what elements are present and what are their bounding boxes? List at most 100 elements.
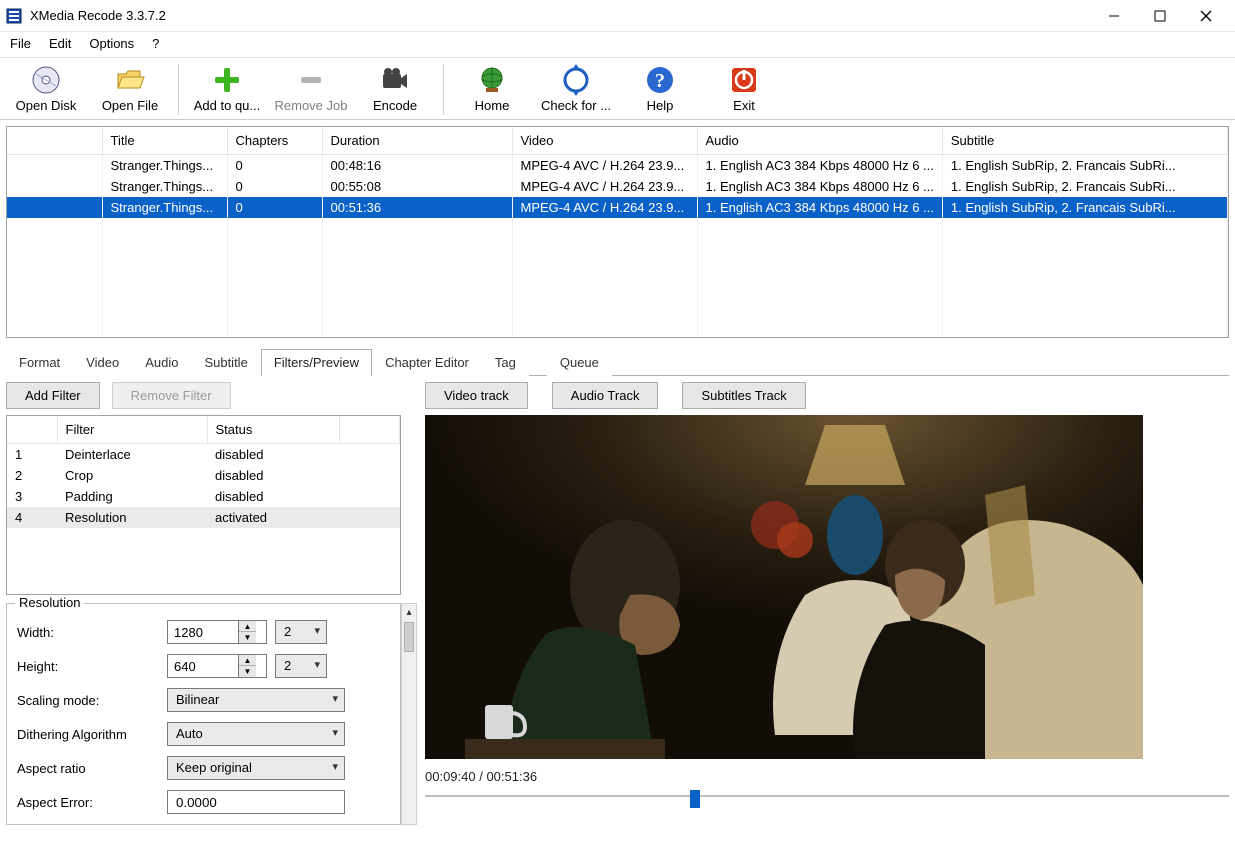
col-filter-blank[interactable] bbox=[340, 416, 400, 444]
tab-tag[interactable]: Tag bbox=[482, 349, 529, 376]
spin-up-icon[interactable]: ▲ bbox=[239, 621, 256, 632]
cell-idx: 1 bbox=[7, 444, 57, 466]
media-row[interactable]: Stranger.Things...000:55:08MPEG-4 AVC / … bbox=[7, 176, 1228, 197]
menu-options[interactable]: Options bbox=[89, 36, 134, 51]
cell-filter-name: Deinterlace bbox=[57, 444, 207, 466]
filter-row[interactable]: 1Deinterlacedisabled bbox=[7, 444, 400, 466]
seek-bar[interactable] bbox=[425, 790, 1229, 802]
add-queue-label: Add to qu... bbox=[194, 98, 261, 113]
width-input[interactable]: ▲▼ bbox=[167, 620, 267, 644]
cell-filter-status: activated bbox=[207, 507, 340, 528]
home-button[interactable]: Home bbox=[450, 62, 534, 117]
cell-idx: 4 bbox=[7, 507, 57, 528]
media-list: Title Chapters Duration Video Audio Subt… bbox=[6, 126, 1229, 338]
height-input[interactable]: ▲▼ bbox=[167, 654, 267, 678]
open-file-button[interactable]: Open File bbox=[88, 62, 172, 117]
cell-chapters: 0 bbox=[227, 155, 322, 177]
cell-audio: 1. English AC3 384 Kbps 48000 Hz 6 ... bbox=[697, 197, 942, 218]
scaling-combo[interactable]: Bilinear bbox=[167, 688, 345, 712]
aspect-combo[interactable]: Keep original bbox=[167, 756, 345, 780]
cell-title: Stranger.Things... bbox=[102, 155, 227, 177]
spin-down-icon[interactable]: ▼ bbox=[239, 632, 256, 643]
subtitles-track-button[interactable]: Subtitles Track bbox=[682, 382, 805, 409]
col-title[interactable]: Title bbox=[102, 127, 227, 155]
cell-duration: 00:55:08 bbox=[322, 176, 512, 197]
height-value[interactable] bbox=[168, 657, 238, 676]
exit-label: Exit bbox=[733, 98, 755, 113]
col-filter-idx[interactable] bbox=[7, 416, 57, 444]
filter-row[interactable]: 4Resolutionactivated bbox=[7, 507, 400, 528]
add-filter-button[interactable]: Add Filter bbox=[6, 382, 100, 409]
encode-button[interactable]: Encode bbox=[353, 62, 437, 117]
filter-row[interactable]: 3Paddingdisabled bbox=[7, 486, 400, 507]
col-chapters[interactable]: Chapters bbox=[227, 127, 322, 155]
refresh-icon bbox=[560, 64, 592, 96]
help-icon: ? bbox=[644, 64, 676, 96]
check-update-label: Check for ... bbox=[541, 98, 611, 113]
cell-title: Stranger.Things... bbox=[102, 176, 227, 197]
menu-help[interactable]: ? bbox=[152, 36, 159, 51]
resolution-group: Resolution Width: ▲▼ 2 Height: ▲▼ 2 bbox=[6, 603, 401, 825]
cell-filter-name: Padding bbox=[57, 486, 207, 507]
seek-thumb[interactable] bbox=[690, 790, 700, 808]
tab-filters-preview[interactable]: Filters/Preview bbox=[261, 349, 372, 376]
menu-file[interactable]: File bbox=[10, 36, 31, 51]
time-label: 00:09:40 / 00:51:36 bbox=[425, 769, 537, 784]
col-subtitle[interactable]: Subtitle bbox=[942, 127, 1227, 155]
col-audio[interactable]: Audio bbox=[697, 127, 942, 155]
scroll-thumb[interactable] bbox=[404, 622, 414, 652]
remove-filter-button[interactable]: Remove Filter bbox=[112, 382, 231, 409]
seek-track bbox=[425, 795, 1229, 797]
check-update-button[interactable]: Check for ... bbox=[534, 62, 618, 117]
filter-row[interactable]: 2Cropdisabled bbox=[7, 465, 400, 486]
menu-edit[interactable]: Edit bbox=[49, 36, 71, 51]
spin-down-icon[interactable]: ▼ bbox=[239, 666, 256, 677]
col-blank[interactable] bbox=[7, 127, 102, 155]
width-label: Width: bbox=[17, 625, 167, 640]
open-disk-button[interactable]: Open Disk bbox=[4, 62, 88, 117]
remove-job-button[interactable]: Remove Job bbox=[269, 62, 353, 117]
width-step-combo[interactable]: 2 bbox=[275, 620, 327, 644]
add-queue-button[interactable]: Add to qu... bbox=[185, 62, 269, 117]
media-row[interactable]: Stranger.Things...000:51:36MPEG-4 AVC / … bbox=[7, 197, 1228, 218]
dither-combo[interactable]: Auto bbox=[167, 722, 345, 746]
minimize-button[interactable] bbox=[1091, 1, 1137, 31]
tab-subtitle[interactable]: Subtitle bbox=[191, 349, 260, 376]
media-row[interactable]: Stranger.Things...000:48:16MPEG-4 AVC / … bbox=[7, 155, 1228, 177]
tab-video[interactable]: Video bbox=[73, 349, 132, 376]
maximize-button[interactable] bbox=[1137, 1, 1183, 31]
cell-idx: 2 bbox=[7, 465, 57, 486]
col-duration[interactable]: Duration bbox=[322, 127, 512, 155]
aspect-err-value[interactable] bbox=[167, 790, 345, 814]
exit-button[interactable]: Exit bbox=[702, 62, 786, 117]
minus-icon bbox=[295, 64, 327, 96]
cell-idx: 3 bbox=[7, 486, 57, 507]
globe-icon bbox=[476, 64, 508, 96]
power-icon bbox=[728, 64, 760, 96]
dither-label: Dithering Algorithm bbox=[17, 727, 167, 742]
spin-up-icon[interactable]: ▲ bbox=[239, 655, 256, 666]
width-value[interactable] bbox=[168, 623, 238, 642]
video-track-button[interactable]: Video track bbox=[425, 382, 528, 409]
scrollbar[interactable]: ▴ bbox=[401, 603, 417, 825]
scroll-up-icon[interactable]: ▴ bbox=[402, 604, 416, 620]
audio-track-button[interactable]: Audio Track bbox=[552, 382, 659, 409]
close-button[interactable] bbox=[1183, 1, 1229, 31]
open-file-label: Open File bbox=[102, 98, 158, 113]
cell-subtitle: 1. English SubRip, 2. Francais SubRi... bbox=[942, 197, 1227, 218]
help-button[interactable]: ? Help bbox=[618, 62, 702, 117]
col-filter-status[interactable]: Status bbox=[207, 416, 340, 444]
tab-audio[interactable]: Audio bbox=[132, 349, 191, 376]
timeline: 00:09:40 / 00:51:36 bbox=[425, 769, 1229, 802]
cell-filter-name: Crop bbox=[57, 465, 207, 486]
col-filter-name[interactable]: Filter bbox=[57, 416, 207, 444]
cell-video: MPEG-4 AVC / H.264 23.9... bbox=[512, 176, 697, 197]
cell-chapters: 0 bbox=[227, 176, 322, 197]
tab-queue[interactable]: Queue bbox=[547, 349, 612, 376]
encode-label: Encode bbox=[373, 98, 417, 113]
resolution-legend: Resolution bbox=[15, 595, 84, 610]
height-step-combo[interactable]: 2 bbox=[275, 654, 327, 678]
tab-chapter-editor[interactable]: Chapter Editor bbox=[372, 349, 482, 376]
col-video[interactable]: Video bbox=[512, 127, 697, 155]
tab-format[interactable]: Format bbox=[6, 349, 73, 376]
